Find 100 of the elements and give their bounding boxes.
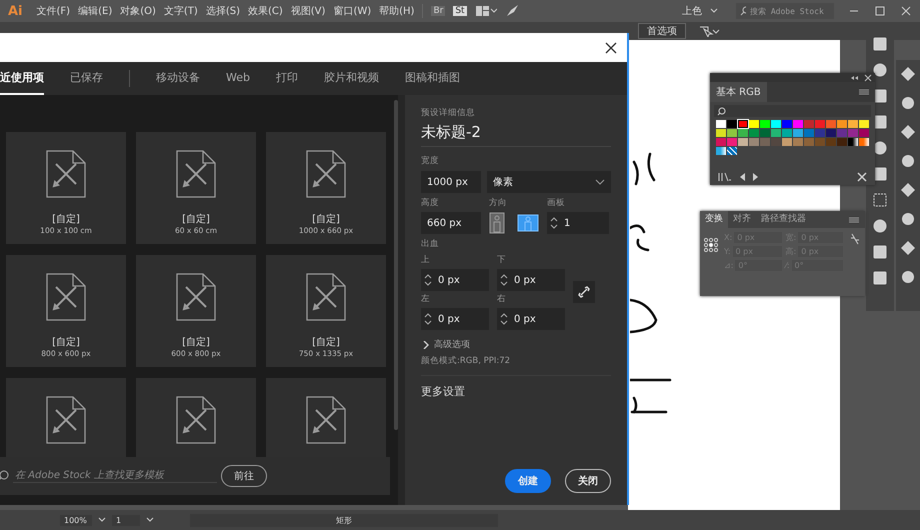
- color-swatch[interactable]: [727, 138, 737, 146]
- template-search-field[interactable]: 在 Adobe Stock 上查找更多模板: [13, 469, 217, 483]
- color-swatch[interactable]: [716, 147, 726, 155]
- pointer-icon[interactable]: [698, 25, 720, 37]
- bleed-field[interactable]: 0 px: [421, 308, 489, 330]
- color-swatch[interactable]: [793, 138, 803, 146]
- close-button[interactable]: 关闭: [565, 469, 611, 493]
- color-swatch[interactable]: [848, 129, 858, 137]
- chevron-icon[interactable]: [710, 8, 718, 14]
- create-button[interactable]: 创建: [505, 469, 551, 493]
- color-swatch[interactable]: [815, 138, 825, 146]
- menu-icon[interactable]: [859, 89, 869, 95]
- menu-item[interactable]: 视图(V): [290, 4, 326, 18]
- color-swatch[interactable]: [760, 120, 770, 128]
- grid-icon[interactable]: [872, 192, 888, 208]
- tools-icon[interactable]: [857, 172, 867, 182]
- chevron-icon[interactable]: [98, 517, 106, 523]
- menu-item[interactable]: 效果(C): [248, 4, 283, 18]
- unit-dropdown[interactable]: 像素: [487, 171, 611, 193]
- color-swatch[interactable]: [804, 120, 814, 128]
- chevron-icon[interactable]: [146, 517, 154, 523]
- category-tab[interactable]: Web: [226, 62, 250, 95]
- color-swatch[interactable]: [782, 138, 792, 146]
- color-swatch[interactable]: [782, 129, 792, 137]
- artboard-field[interactable]: 1: [112, 514, 140, 526]
- preset-card[interactable]: [136, 378, 256, 457]
- library-icon[interactable]: [718, 172, 732, 182]
- stock-search-field[interactable]: 搜索 Adobe Stock: [736, 3, 834, 19]
- preset-card[interactable]: [266, 378, 386, 457]
- workspace-switcher[interactable]: 上色: [682, 4, 702, 18]
- landscape-icon[interactable]: [517, 214, 539, 232]
- color-swatch[interactable]: [760, 129, 770, 137]
- maximize-icon[interactable]: [874, 5, 886, 17]
- color-swatch[interactable]: [738, 129, 748, 137]
- menu-item[interactable]: 编辑(E): [78, 4, 112, 18]
- bleed-field[interactable]: 0 px: [421, 269, 489, 291]
- height-field[interactable]: 660 px: [421, 212, 481, 234]
- reference-point-icon[interactable]: [704, 238, 718, 252]
- swatch-search-field[interactable]: [714, 105, 871, 117]
- color-swatch[interactable]: [749, 120, 759, 128]
- category-tab[interactable]: 胶片和视频: [324, 62, 379, 95]
- color-swatch[interactable]: [804, 129, 814, 137]
- color-swatch[interactable]: [793, 120, 803, 128]
- menu-icon[interactable]: [849, 216, 859, 222]
- color-swatch[interactable]: [749, 138, 759, 146]
- color-swatch[interactable]: [859, 120, 869, 128]
- color-swatch[interactable]: [848, 138, 858, 146]
- color-swatch[interactable]: [804, 138, 814, 146]
- more-settings-link[interactable]: 更多设置: [421, 384, 611, 399]
- color-swatch[interactable]: [826, 129, 836, 137]
- color-swatch[interactable]: [815, 129, 825, 137]
- color-swatch[interactable]: [848, 120, 858, 128]
- menu-item[interactable]: 帮助(H): [379, 4, 414, 18]
- color-swatch[interactable]: [815, 120, 825, 128]
- category-tab[interactable]: 已保存: [70, 62, 103, 95]
- width-field[interactable]: 1000 px: [421, 171, 481, 193]
- portrait-icon[interactable]: [489, 212, 505, 234]
- advanced-options-toggle[interactable]: 高级选项: [421, 334, 611, 351]
- stepper-icon[interactable]: [424, 312, 432, 326]
- color-swatch[interactable]: [782, 120, 792, 128]
- app-launch-icon[interactable]: St: [453, 6, 467, 16]
- go-button[interactable]: 前往: [221, 465, 267, 487]
- category-tab[interactable]: 图稿和插图: [404, 62, 460, 95]
- link-button[interactable]: [573, 281, 595, 303]
- color-swatch[interactable]: [837, 120, 847, 128]
- category-tab[interactable]: 移动设备: [156, 62, 200, 95]
- close-icon[interactable]: [605, 42, 617, 54]
- color-swatch[interactable]: [859, 138, 869, 146]
- stepper-icon[interactable]: [500, 273, 508, 287]
- next-icon[interactable]: [752, 172, 760, 182]
- color-swatch[interactable]: [771, 138, 781, 146]
- broken-link-icon[interactable]: [849, 232, 861, 246]
- color-swatch[interactable]: [771, 120, 781, 128]
- panel-tab[interactable]: 基本 RGB: [710, 82, 767, 102]
- zoom-field[interactable]: 100%: [60, 514, 92, 526]
- document-name-field[interactable]: 未标题-2: [421, 123, 611, 147]
- color-swatch[interactable]: [793, 129, 803, 137]
- color-swatch[interactable]: [859, 129, 869, 137]
- bleed-field[interactable]: 0 px: [497, 308, 565, 330]
- color-swatch[interactable]: [826, 120, 836, 128]
- menu-item[interactable]: 窗口(W): [333, 4, 372, 18]
- preferences-button[interactable]: 首选项: [638, 23, 686, 39]
- color-swatch[interactable]: [727, 147, 737, 155]
- stepper-icon[interactable]: [424, 273, 432, 287]
- artboards-field[interactable]: 1: [547, 212, 609, 234]
- menu-item[interactable]: 选择(S): [206, 4, 240, 18]
- color-swatch[interactable]: [716, 138, 726, 146]
- close-icon[interactable]: [864, 74, 872, 82]
- bleed-field[interactable]: 0 px: [497, 269, 565, 291]
- previous-icon[interactable]: [738, 172, 746, 182]
- color-swatch[interactable]: [727, 120, 737, 128]
- color-swatch[interactable]: [826, 138, 836, 146]
- color-swatch[interactable]: [738, 120, 748, 128]
- color-swatch[interactable]: [837, 138, 847, 146]
- color-swatch[interactable]: [727, 129, 737, 137]
- rocket-icon[interactable]: [504, 4, 519, 18]
- menu-item[interactable]: 对象(O): [120, 4, 156, 18]
- app-launch-icon[interactable]: Br: [431, 6, 446, 16]
- stepper-icon[interactable]: [500, 312, 508, 326]
- preset-card[interactable]: [6, 378, 126, 457]
